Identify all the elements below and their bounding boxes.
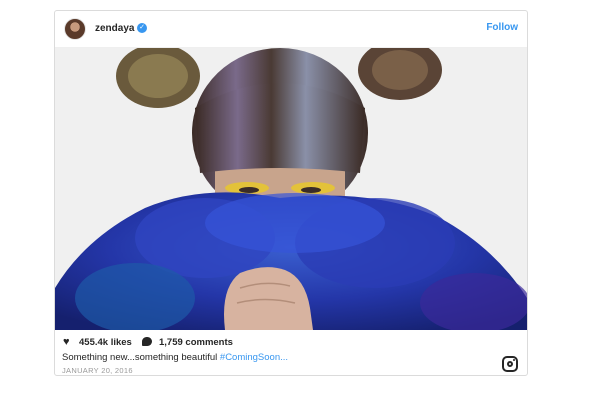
hashtag-link[interactable]: #ComingSoon... xyxy=(220,352,288,363)
likes-count[interactable]: 455.4k likes xyxy=(79,337,132,348)
post-header: zendaya ✓ Follow xyxy=(55,11,527,48)
portrait-image xyxy=(55,48,527,330)
comments-count[interactable]: 1,759 comments xyxy=(159,337,233,348)
follow-button[interactable]: Follow xyxy=(486,22,518,33)
caption-text: Something new...something beautiful xyxy=(62,352,220,363)
username-link[interactable]: zendaya xyxy=(95,23,134,34)
post-photo[interactable] xyxy=(55,48,527,330)
post-date: JANUARY 20, 2016 xyxy=(62,366,133,375)
heart-icon[interactable]: ♥ xyxy=(63,336,70,348)
instagram-icon[interactable] xyxy=(502,356,518,372)
post-actions: ♥ 455.4k likes 1,759 comments xyxy=(55,334,527,350)
verified-check-icon: ✓ xyxy=(137,23,147,33)
avatar[interactable] xyxy=(64,18,86,40)
comment-icon[interactable] xyxy=(142,337,152,346)
post-caption: Something new...something beautiful #Com… xyxy=(62,352,288,363)
instagram-post-card: zendaya ✓ Follow ♥ 455.4k likes 1,759 co… xyxy=(54,10,528,376)
